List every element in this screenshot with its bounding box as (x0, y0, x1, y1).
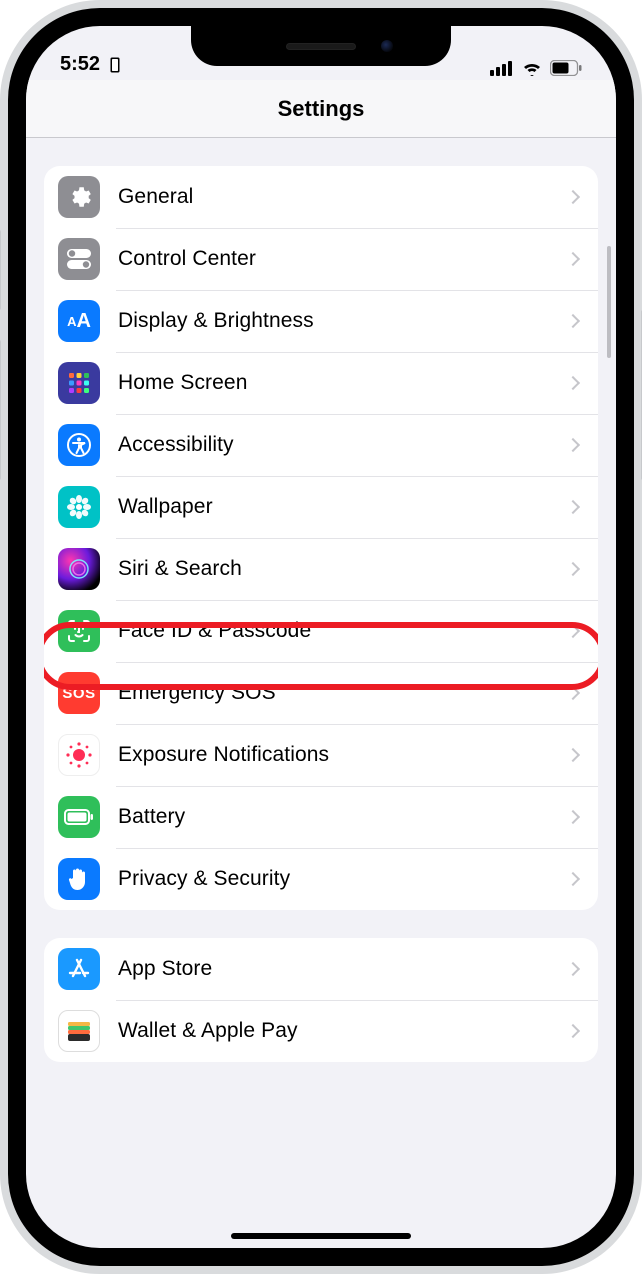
chevron-right-icon (566, 438, 580, 452)
siri-icon (58, 548, 100, 590)
row-label: Home Screen (118, 371, 550, 395)
chevron-right-icon (566, 190, 580, 204)
chevron-right-icon (566, 624, 580, 638)
chevron-right-icon (566, 962, 580, 976)
row-label: Siri & Search (118, 557, 550, 581)
sos-icon-text: SOS (62, 685, 95, 702)
chevron-right-icon (566, 252, 580, 266)
chevron-right-icon (566, 810, 580, 824)
settings-content: General Control Center AA (26, 138, 616, 1062)
chevron-right-icon (566, 314, 580, 328)
row-label: Exposure Notifications (118, 743, 550, 767)
device-frame: 5:52 (0, 0, 642, 1274)
flower-icon (58, 486, 100, 528)
face-id-icon (58, 610, 100, 652)
row-label: Control Center (118, 247, 550, 271)
rotation-lock-icon (106, 56, 124, 74)
battery-icon (58, 796, 100, 838)
home-indicator[interactable] (231, 1233, 411, 1239)
hand-icon (58, 858, 100, 900)
notch (191, 26, 451, 66)
row-wallpaper[interactable]: Wallpaper (44, 476, 598, 538)
row-emergency-sos[interactable]: SOS Emergency SOS (44, 662, 598, 724)
row-label: General (118, 185, 550, 209)
row-label: Wallet & Apple Pay (118, 1019, 550, 1043)
row-label: Battery (118, 805, 550, 829)
row-wallet-apple-pay[interactable]: Wallet & Apple Pay (44, 1000, 598, 1062)
scrollbar[interactable] (607, 246, 611, 358)
row-exposure-notifications[interactable]: Exposure Notifications (44, 724, 598, 786)
app-store-icon (58, 948, 100, 990)
cellular-icon (490, 60, 514, 76)
screen: 5:52 (26, 26, 616, 1248)
row-label: Display & Brightness (118, 309, 550, 333)
row-label: Face ID & Passcode (118, 619, 550, 643)
device-bezel: 5:52 (8, 8, 634, 1266)
row-label: Emergency SOS (118, 681, 550, 705)
sos-icon: SOS (58, 672, 100, 714)
row-privacy-security[interactable]: Privacy & Security (44, 848, 598, 910)
wallet-icon (58, 1010, 100, 1052)
row-label: Accessibility (118, 433, 550, 457)
chevron-right-icon (566, 376, 580, 390)
chevron-right-icon (566, 748, 580, 762)
row-siri-search[interactable]: Siri & Search (44, 538, 598, 600)
chevron-right-icon (566, 1024, 580, 1038)
gear-icon (58, 176, 100, 218)
battery-icon (550, 60, 582, 76)
settings-group-1: General Control Center AA (44, 166, 598, 910)
row-accessibility[interactable]: Accessibility (44, 414, 598, 476)
row-home-screen[interactable]: Home Screen (44, 352, 598, 414)
exposure-icon (58, 734, 100, 776)
row-app-store[interactable]: App Store (44, 938, 598, 1000)
row-general[interactable]: General (44, 166, 598, 228)
chevron-right-icon (566, 500, 580, 514)
row-battery[interactable]: Battery (44, 786, 598, 848)
chevron-right-icon (566, 562, 580, 576)
chevron-right-icon (566, 686, 580, 700)
accessibility-icon (58, 424, 100, 466)
row-face-id-passcode[interactable]: Face ID & Passcode (44, 600, 598, 662)
row-label: Privacy & Security (118, 867, 550, 891)
text-size-icon: AA (58, 300, 100, 342)
chevron-right-icon (566, 872, 580, 886)
row-control-center[interactable]: Control Center (44, 228, 598, 290)
status-time: 5:52 (60, 53, 100, 76)
page-title: Settings (278, 96, 365, 122)
settings-group-2: App Store Wallet & Apple Pay (44, 938, 598, 1062)
row-label: Wallpaper (118, 495, 550, 519)
row-label: App Store (118, 957, 550, 981)
toggles-icon (58, 238, 100, 280)
row-display-brightness[interactable]: AA Display & Brightness (44, 290, 598, 352)
nav-header: Settings (26, 80, 616, 138)
home-grid-icon (58, 362, 100, 404)
wifi-icon (521, 60, 543, 76)
